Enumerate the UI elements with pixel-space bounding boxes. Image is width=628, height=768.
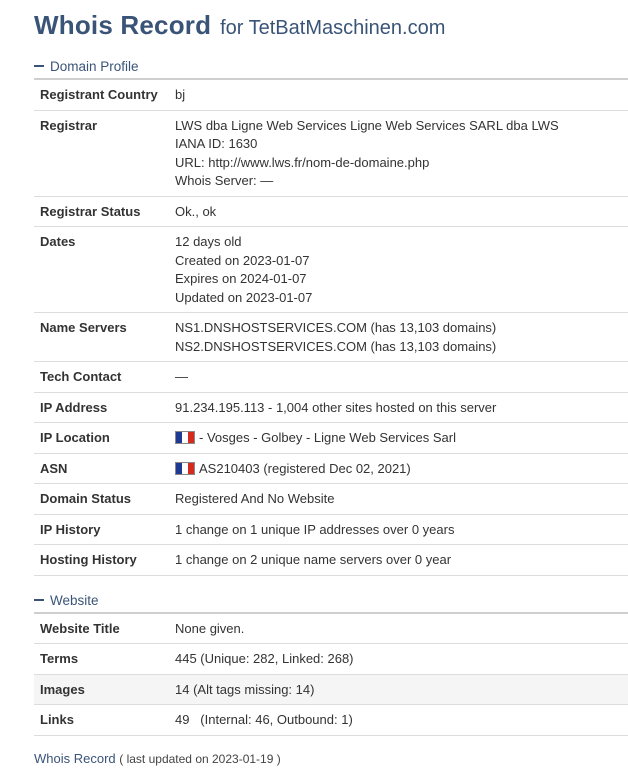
row-label: Links — [34, 704, 169, 736]
ip-location-value: - Vosges - Golbey - Ligne Web Services S… — [169, 422, 628, 453]
row-label: Name Servers — [34, 312, 169, 362]
ip-location-text: - Vosges - Golbey - Ligne Web Services S… — [199, 430, 456, 445]
last-updated-note: ( last updated on 2023-01-19 ) — [119, 751, 281, 766]
ip-address-value: 91.234.195.113 - 1,004 other sites hoste… — [169, 391, 628, 423]
asn-text: AS210403 (registered Dec 02, 2021) — [199, 460, 411, 476]
row-label: Tech Contact — [34, 361, 169, 392]
table-row: IP Location - Vosges - Golbey - Ligne We… — [34, 422, 628, 453]
row-label: Website Title — [34, 611, 169, 644]
table-row: Terms 445 (Unique: 282, Linked: 268) — [34, 643, 628, 674]
table-row: Images 14 (Alt tags missing: 14) — [34, 673, 628, 705]
page-title: Whois Record for TetBatMaschinen.com — [34, 0, 594, 42]
asn-value: AS210403 (registered Dec 02, 2021) — [169, 452, 628, 484]
page-title-domain: for TetBatMaschinen.com — [220, 17, 446, 39]
table-row: Registrar Status Ok., ok — [34, 195, 628, 227]
footer: Whois Record ( last updated on 2023-01-1… — [34, 750, 594, 768]
dates-value: 12 days old Created on 2023-01-07 Expire… — [169, 226, 628, 313]
table-row: Registrant Country bj — [34, 78, 628, 110]
collapse-icon[interactable] — [34, 65, 44, 68]
row-label: IP History — [34, 513, 169, 545]
row-label: Domain Status — [34, 483, 169, 514]
name-servers-value: NS1.DNSHOSTSERVICES.COM (has 13,103 doma… — [169, 312, 628, 362]
table-row: Hosting History 1 change on 2 unique nam… — [34, 544, 628, 576]
table-row: ASN AS210403 (registered Dec 02, 2021) — [34, 452, 628, 484]
table-row: Name Servers NS1.DNSHOSTSERVICES.COM (ha… — [34, 312, 628, 362]
france-flag-icon — [175, 461, 195, 475]
france-flag-icon — [175, 431, 195, 445]
whois-record-link[interactable]: Whois Record — [34, 751, 116, 766]
table-row: IP History 1 change on 1 unique IP addre… — [34, 513, 628, 545]
updated-date: Updated on 2023-01-07 — [175, 289, 313, 305]
ip-history-value: 1 change on 1 unique IP addresses over 0… — [169, 513, 628, 545]
row-label: Registrar Status — [34, 195, 169, 227]
table-row: Links 49 (Internal: 46, Outbound: 1) — [34, 704, 628, 736]
page-title-main: Whois Record — [34, 10, 212, 40]
registrar-whois-server: Whois Server: — — [175, 173, 274, 188]
row-label: Hosting History — [34, 544, 169, 576]
hosting-history-value: 1 change on 2 unique name servers over 0… — [169, 544, 628, 576]
website-toggle[interactable]: Website — [34, 590, 594, 612]
registrant-country-value: bj — [169, 78, 628, 110]
table-row: IP Address 91.234.195.113 - 1,004 other … — [34, 391, 628, 423]
website-title-value: None given. — [169, 611, 628, 644]
images-value: 14 (Alt tags missing: 14) — [169, 673, 628, 705]
expires-date: Expires on 2024-01-07 — [175, 271, 307, 286]
collapse-icon[interactable] — [34, 598, 44, 601]
domain-status-value: Registered And No Website — [169, 483, 628, 514]
registrar-value: LWS dba Ligne Web Services Ligne Web Ser… — [169, 109, 628, 196]
whois-page: Whois Record for TetBatMaschinen.com Dom… — [0, 0, 628, 768]
row-label: IP Location — [34, 422, 169, 453]
terms-value: 445 (Unique: 282, Linked: 268) — [169, 643, 628, 674]
name-server-1: NS1.DNSHOSTSERVICES.COM (has 13,103 doma… — [175, 320, 497, 335]
links-value: 49 (Internal: 46, Outbound: 1) — [169, 704, 628, 736]
table-row: Dates 12 days old Created on 2023-01-07 … — [34, 226, 628, 313]
domain-profile-table: Registrant Country bj Registrar LWS dba … — [34, 78, 628, 576]
registrar-iana-id: IANA ID: 1630 — [175, 136, 258, 151]
row-label: IP Address — [34, 391, 169, 423]
name-server-2: NS2.DNSHOSTSERVICES.COM (has 13,103 doma… — [175, 338, 497, 354]
domain-profile-toggle[interactable]: Domain Profile — [34, 56, 594, 78]
registrar-url: URL: http://www.lws.fr/nom-de-domaine.ph… — [175, 154, 430, 170]
row-label: Terms — [34, 643, 169, 674]
website-table: Website Title None given. Terms 445 (Uni… — [34, 611, 628, 736]
created-date: Created on 2023-01-07 — [175, 252, 310, 268]
row-label: Dates — [34, 226, 169, 313]
row-label: Images — [34, 673, 169, 705]
table-row: Website Title None given. — [34, 611, 628, 644]
domain-profile-heading: Domain Profile — [50, 59, 139, 74]
table-row: Domain Status Registered And No Website — [34, 483, 628, 514]
row-label: ASN — [34, 452, 169, 484]
domain-age: 12 days old — [175, 234, 242, 249]
table-row: Registrar LWS dba Ligne Web Services Lig… — [34, 109, 628, 196]
website-heading: Website — [50, 592, 99, 608]
row-label: Registrant Country — [34, 78, 169, 110]
row-label: Registrar — [34, 109, 169, 196]
registrar-status-value: Ok., ok — [169, 195, 628, 227]
table-row: Tech Contact — — [34, 361, 628, 392]
registrar-name: LWS dba Ligne Web Services Ligne Web Ser… — [175, 117, 559, 133]
tech-contact-value: — — [169, 361, 628, 392]
